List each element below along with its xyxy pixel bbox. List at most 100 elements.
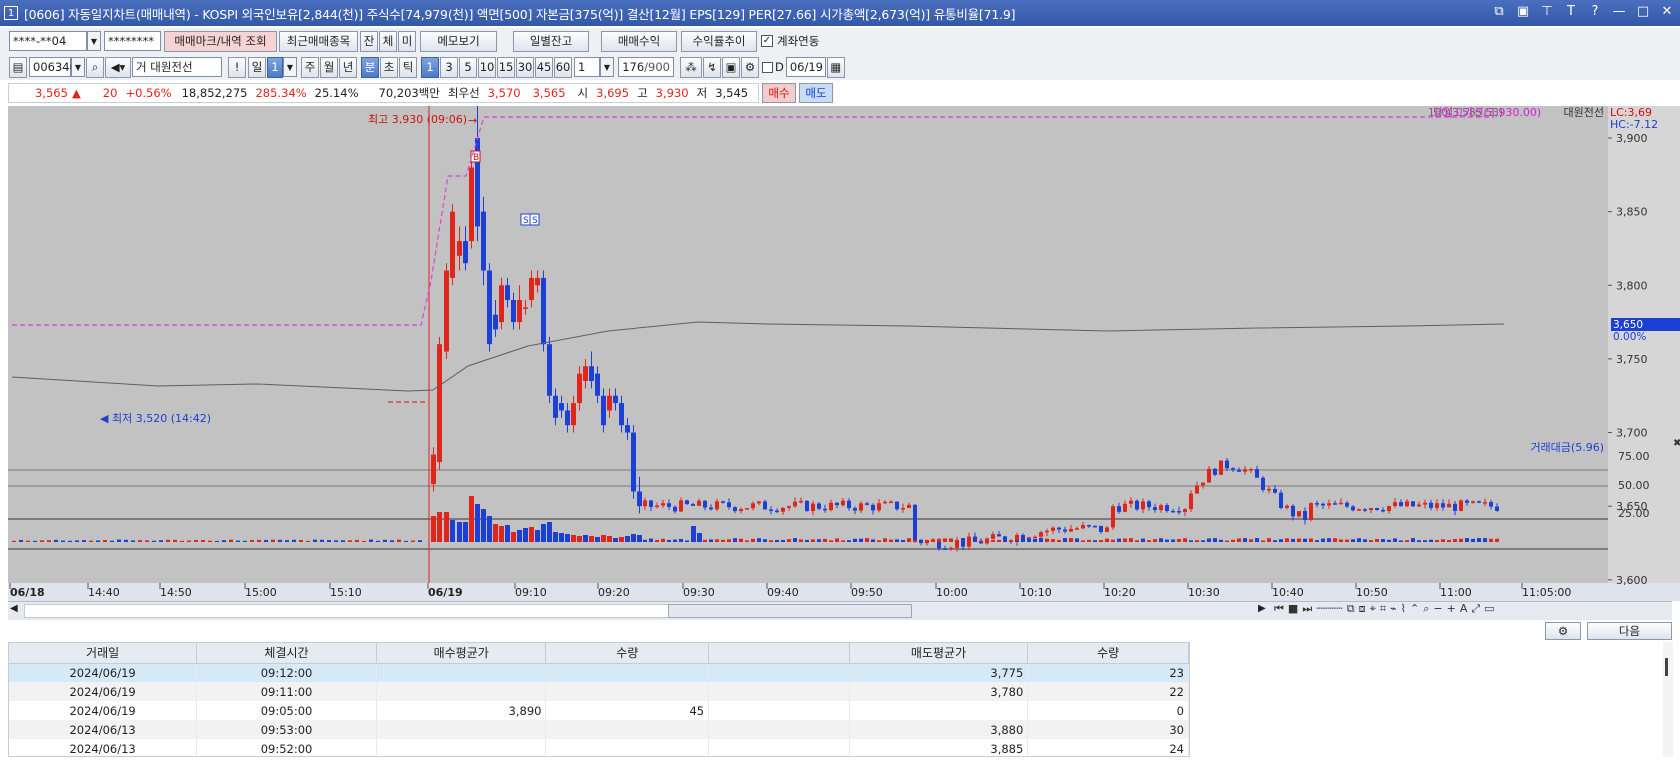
table-row[interactable]: 2024/06/13 09:53:00 3,880 30 xyxy=(9,720,1189,739)
price-chart-area[interactable]: 3,9003,8503,8003,7503,7003,6503,6003,550… xyxy=(8,93,1680,689)
pin-icon[interactable]: ⊤ xyxy=(1540,4,1554,19)
col-trade-date[interactable]: 거래일 xyxy=(9,643,198,664)
period-day-count[interactable]: 1 xyxy=(267,56,283,78)
scroll-right-icon[interactable]: ▶ xyxy=(1258,603,1266,614)
panel-icon[interactable]: ▤ xyxy=(9,56,27,78)
col-sell-avg[interactable]: 매도평균가 xyxy=(849,643,1029,664)
stock-name-field[interactable]: 거 대원전선 xyxy=(132,57,222,77)
speaker-icon[interactable]: ◀▾ xyxy=(105,56,131,78)
memo-button[interactable]: 메모보기 xyxy=(420,30,497,52)
account-input[interactable]: ****-**04 xyxy=(9,31,87,51)
minimize-icon[interactable]: — xyxy=(1612,4,1626,19)
period-month-button[interactable]: 월 xyxy=(320,56,338,78)
period-week-button[interactable]: 주 xyxy=(301,56,319,78)
date-input[interactable]: 06/19 xyxy=(785,57,826,77)
candle-body xyxy=(907,504,911,508)
period-day-button[interactable]: 일 xyxy=(248,56,266,78)
close-icon[interactable]: ✕ xyxy=(1660,4,1674,19)
period-year-button[interactable]: 년 xyxy=(339,56,357,78)
draw-tool-icon[interactable]: ↯ xyxy=(703,56,721,78)
table-row[interactable]: 2024/06/19 09:05:00 3,890 45 0 xyxy=(9,701,1189,720)
stop-icon[interactable]: ■ xyxy=(1288,602,1298,616)
col-buy-avg[interactable]: 매수평균가 xyxy=(376,643,547,664)
scroll-left-icon[interactable]: ◀ xyxy=(10,603,18,614)
executed-button[interactable]: 체 xyxy=(379,30,397,52)
interval-60-button[interactable]: 60 xyxy=(554,56,572,78)
window-icon[interactable]: ▭ xyxy=(1484,602,1494,616)
password-input[interactable]: ******** xyxy=(104,31,161,51)
forward-icon[interactable]: ⏭ xyxy=(1302,602,1312,616)
interval-input[interactable]: 1 xyxy=(574,57,600,77)
profit-trend-button[interactable]: 수익률추이 xyxy=(681,30,757,52)
interval-5-button[interactable]: 5 xyxy=(459,56,477,78)
stock-code-dropdown-icon[interactable]: ▼ xyxy=(71,57,85,77)
interval-30-button[interactable]: 30 xyxy=(516,56,534,78)
interval-45-button[interactable]: 45 xyxy=(535,56,553,78)
copy-icon[interactable]: ▣ xyxy=(1516,4,1530,19)
chart-scrollbar[interactable]: ◀ ▶ ⏮ ■ ⏭ ┄┄┄┄ ⧉ ⧈ ⌖ ⌗ ⌁ ⌇ ⌃ ⌕ − + A ⤢ ▭ xyxy=(8,601,1672,620)
text-tool-icon[interactable]: A xyxy=(1460,602,1468,616)
rewind-icon[interactable]: ⏮ xyxy=(1274,602,1284,616)
alert-button[interactable]: ! xyxy=(228,56,246,78)
balance-button[interactable]: 잔 xyxy=(360,30,378,52)
scroll-thumb[interactable] xyxy=(668,604,912,618)
panel-close-icon[interactable]: ✖ xyxy=(1673,438,1680,449)
price-chart-svg[interactable]: 3,9003,8503,8003,7503,7003,6503,6003,550… xyxy=(8,93,1680,689)
daily-balance-button[interactable]: 일별잔고 xyxy=(513,30,589,52)
interval-10-button[interactable]: 10 xyxy=(478,56,496,78)
table-row[interactable]: 2024/06/19 09:12:00 3,775 23 xyxy=(9,663,1189,682)
trade-mark-query-button[interactable]: 매매마크/내역 조회 xyxy=(164,30,277,52)
table-row[interactable]: 2024/06/13 09:52:00 3,885 24 xyxy=(9,739,1189,758)
search-icon[interactable]: ⌕ xyxy=(86,56,104,78)
maximize-icon[interactable]: □ xyxy=(1636,4,1650,19)
zoom-slider-icon[interactable]: ┄┄┄┄ xyxy=(1316,602,1343,616)
low-arrow-icon: ◀ xyxy=(100,412,109,425)
link-icon[interactable]: ⧉ xyxy=(1492,4,1506,19)
interval-1-button[interactable]: 1 xyxy=(421,56,439,78)
next-button[interactable]: 다음 xyxy=(1587,622,1672,640)
table-row[interactable]: 2024/06/19 09:11:00 3,780 22 xyxy=(9,682,1189,701)
help-icon[interactable]: ? xyxy=(1588,4,1602,19)
period-count-dropdown-icon[interactable]: ▼ xyxy=(283,57,297,77)
sell-button[interactable]: 매도 xyxy=(799,83,833,103)
indicator-icon[interactable]: ⁂ xyxy=(680,56,702,78)
tool-d-icon[interactable]: ⌗ xyxy=(1380,602,1386,616)
check-icon[interactable]: ✓ xyxy=(761,35,773,47)
volume-bar xyxy=(1003,540,1007,542)
interval-15-button[interactable]: 15 xyxy=(497,56,515,78)
trade-profit-button[interactable]: 매매수익 xyxy=(601,30,677,52)
interval-dropdown-icon[interactable]: ▼ xyxy=(600,57,614,77)
save-icon[interactable]: ▣ xyxy=(722,56,740,78)
minus-icon[interactable]: − xyxy=(1433,602,1442,616)
volume-amount-label: 거래대금(5.96) xyxy=(1530,441,1604,454)
period-minute-button[interactable]: 분 xyxy=(361,56,379,78)
col-sell-qty[interactable]: 수량 xyxy=(1027,643,1189,664)
bar-count-field[interactable]: 176/900 xyxy=(618,57,674,77)
magnify-icon[interactable]: ⌕ xyxy=(1423,602,1429,616)
table-scrollbar[interactable] xyxy=(1663,642,1673,757)
account-dropdown-icon[interactable]: ▼ xyxy=(87,31,101,51)
tool-e-icon[interactable]: ⌁ xyxy=(1390,602,1397,616)
period-second-button[interactable]: 초 xyxy=(380,56,398,78)
interval-3-button[interactable]: 3 xyxy=(440,56,458,78)
unexecuted-button[interactable]: 미 xyxy=(398,30,416,52)
tool-g-icon[interactable]: ⌃ xyxy=(1410,602,1419,616)
col-exec-time[interactable]: 체결시간 xyxy=(196,643,377,664)
buy-button[interactable]: 매수 xyxy=(762,83,796,103)
tool-f-icon[interactable]: ⌇ xyxy=(1401,602,1406,616)
tool-b-icon[interactable]: ⧈ xyxy=(1359,602,1366,616)
date-checkbox[interactable] xyxy=(762,61,773,73)
period-tick-button[interactable]: 틱 xyxy=(399,56,417,78)
col-buy-qty[interactable]: 수량 xyxy=(545,643,710,664)
recent-trades-button[interactable]: 최근매매종목 xyxy=(279,30,358,52)
settings-icon[interactable]: ⚙ xyxy=(741,56,759,78)
tool-a-icon[interactable]: ⧉ xyxy=(1347,602,1355,616)
account-link-checkbox[interactable]: ✓ 계좌연동 xyxy=(761,33,823,49)
plus-icon[interactable]: + xyxy=(1447,602,1456,616)
table-settings-icon[interactable]: ⚙ xyxy=(1545,622,1581,640)
font-icon[interactable]: T xyxy=(1564,4,1578,19)
stock-code-input[interactable]: 006340 xyxy=(29,57,77,77)
tool-c-icon[interactable]: ⌖ xyxy=(1370,602,1376,616)
expand-icon[interactable]: ⤢ xyxy=(1471,602,1480,616)
calendar-icon[interactable]: ▦ xyxy=(826,56,845,78)
